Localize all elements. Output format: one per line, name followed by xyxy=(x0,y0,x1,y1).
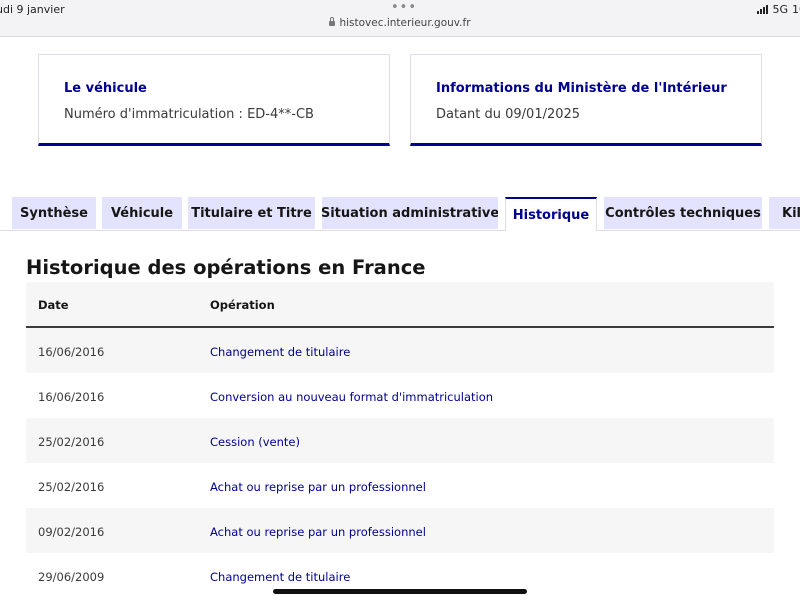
row-operation: Achat ou reprise par un professionnel xyxy=(210,525,426,539)
vehicle-card: Le véhicule Numéro d'immatriculation : E… xyxy=(38,54,390,146)
battery-level: 10 xyxy=(792,3,800,16)
info-date: Datant du 09/01/2025 xyxy=(436,107,581,122)
table-row: 16/06/2016 Conversion au nouveau format … xyxy=(26,373,774,418)
column-header-operation: Opération xyxy=(210,298,275,312)
tab-situation-administrative[interactable]: Situation administrative xyxy=(322,197,498,229)
row-operation: Cession (vente) xyxy=(210,435,300,449)
tab-synthese[interactable]: Synthèse xyxy=(12,197,96,229)
url-text: histovec.interieur.gouv.fr xyxy=(339,17,471,29)
row-operation: Changement de titulaire xyxy=(210,345,351,359)
row-date: 16/06/2016 xyxy=(38,345,105,359)
address-bar[interactable]: histovec.interieur.gouv.fr xyxy=(0,17,800,29)
more-options-icon[interactable]: ••• xyxy=(391,0,417,15)
column-header-date: Date xyxy=(38,298,69,312)
tab-kilometrage[interactable]: Kil xyxy=(769,197,800,229)
network-label: 5G xyxy=(772,3,788,16)
row-date: 16/06/2016 xyxy=(38,390,105,404)
row-date: 09/02/2016 xyxy=(38,525,105,539)
row-operation: Conversion au nouveau format d'immatricu… xyxy=(210,390,494,404)
vehicle-card-title: Le véhicule xyxy=(64,81,147,96)
table-row: 16/06/2016 Changement de titulaire xyxy=(26,328,774,373)
operations-table: Date Opération 16/06/2016 Changement de … xyxy=(26,282,774,598)
row-operation: Changement de titulaire xyxy=(210,570,351,584)
status-indicators: 5G 10 xyxy=(757,3,800,16)
tab-titulaire-et-titre[interactable]: Titulaire et Titre xyxy=(188,197,315,229)
row-operation: Achat ou reprise par un professionnel xyxy=(210,480,426,494)
ministry-info-card: Informations du Ministère de l'Intérieur… xyxy=(410,54,762,146)
signal-icon xyxy=(757,5,769,14)
table-row: 09/02/2016 Achat ou reprise par un profe… xyxy=(26,508,774,553)
tab-bar: Synthèse Véhicule Titulaire et Titre Sit… xyxy=(0,197,800,231)
home-indicator[interactable] xyxy=(273,589,527,594)
row-date: 29/06/2009 xyxy=(38,570,105,584)
ministry-card-title: Informations du Ministère de l'Intérieur xyxy=(436,81,727,96)
status-date: udi 9 janvier xyxy=(0,3,65,16)
table-header: Date Opération xyxy=(26,282,774,328)
lock-icon xyxy=(329,17,336,26)
tab-historique[interactable]: Historique xyxy=(505,197,597,231)
table-row: 25/02/2016 Cession (vente) xyxy=(26,418,774,463)
row-date: 25/02/2016 xyxy=(38,480,105,494)
table-row: 25/02/2016 Achat ou reprise par un profe… xyxy=(26,463,774,508)
registration-number: Numéro d'immatriculation : ED-4**-CB xyxy=(64,107,314,122)
status-bar: udi 9 janvier ••• histovec.interieur.gou… xyxy=(0,0,800,37)
tab-vehicule[interactable]: Véhicule xyxy=(102,197,182,229)
tab-controles-techniques[interactable]: Contrôles techniques xyxy=(604,197,762,229)
page-title: Historique des opérations en France xyxy=(26,256,426,279)
row-date: 25/02/2016 xyxy=(38,435,105,449)
